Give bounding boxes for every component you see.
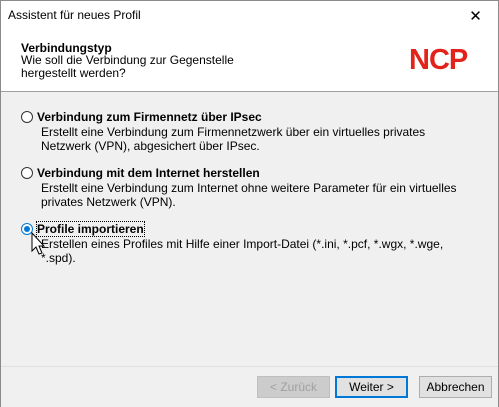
wizard-window: Assistent für neues Profil ✕ Verbindungs… <box>0 0 499 407</box>
wizard-footer: < Zurück Weiter > Abbrechen <box>1 366 498 407</box>
svg-text:NCP: NCP <box>409 44 468 72</box>
option-import-description: Erstellen eines Profiles mit Hilfe einer… <box>41 237 444 265</box>
back-button[interactable]: < Zurück <box>257 376 330 398</box>
option-import-label[interactable]: Profile importieren <box>36 221 145 237</box>
option-internet-description: Erstellt eine Verbindung zum Internet oh… <box>41 181 457 209</box>
ncp-logo: NCP <box>409 44 469 72</box>
next-button[interactable]: Weiter > <box>335 376 408 398</box>
cancel-button[interactable]: Abbrechen <box>419 376 492 398</box>
wizard-header: Verbindungstyp Wie soll die Verbindung z… <box>1 31 498 92</box>
page-subtitle: Wie soll die Verbindung zur Gegenstelle … <box>21 53 234 80</box>
option-ipsec-description: Erstellt eine Verbindung zum Firmennetzw… <box>41 125 426 153</box>
option-internet-label[interactable]: Verbindung mit dem Internet herstellen <box>37 166 260 180</box>
close-icon[interactable]: ✕ <box>453 1 498 31</box>
title-bar: Assistent für neues Profil ✕ <box>1 1 498 31</box>
radio-internet[interactable] <box>21 167 33 179</box>
mouse-cursor-icon <box>31 232 46 255</box>
window-title: Assistent für neues Profil <box>8 8 141 22</box>
option-ipsec-label[interactable]: Verbindung zum Firmennetz über IPsec <box>37 110 262 124</box>
radio-ipsec[interactable] <box>21 111 33 123</box>
